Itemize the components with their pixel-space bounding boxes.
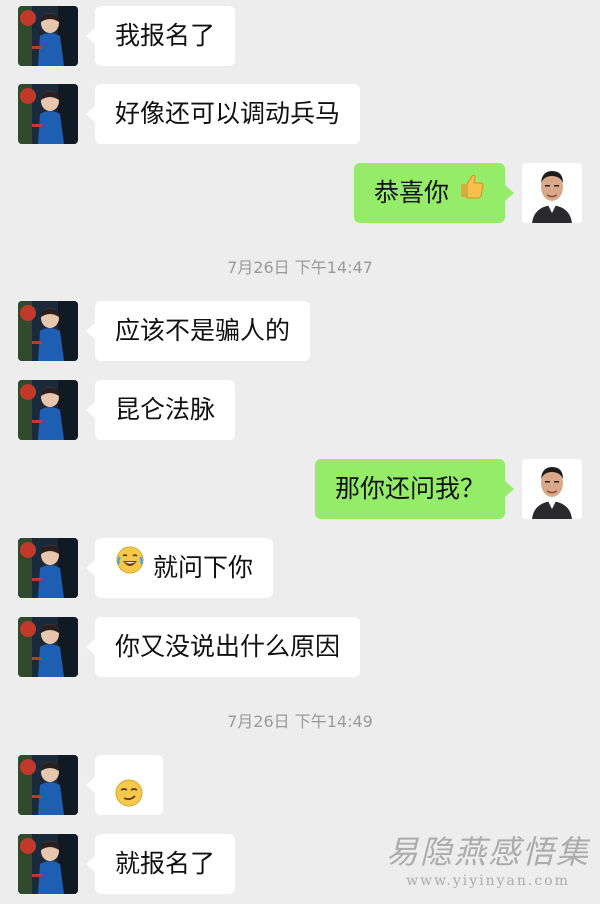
message-text: 就报名了 [115, 849, 216, 878]
message-text: 好像还可以调动兵马 [115, 99, 341, 128]
incoming-message-bubble[interactable]: 应该不是骗人的 [85, 301, 311, 361]
chat-message-list[interactable]: 我报名了 好像还可以调动兵马 恭喜你 7月26日 下午14:47 应该不是骗人的… [0, 0, 600, 904]
watermark-title: 易隐燕感悟集 [385, 833, 590, 871]
thumbs-up-icon [457, 162, 485, 222]
laughing-tears-icon [115, 537, 145, 597]
message-text: 你又没说出什么原因 [115, 632, 341, 661]
incoming-message-bubble[interactable] [86, 755, 163, 815]
incoming-message-bubble[interactable]: 昆仑法脉 [85, 380, 236, 440]
contact-avatar[interactable] [18, 301, 78, 361]
incoming-message-bubble[interactable]: 就问下你 [86, 537, 273, 598]
watermark-url: www.yiyinyan.com [406, 873, 570, 889]
contact-avatar[interactable] [18, 380, 78, 440]
message-text: 就问下你 [152, 553, 253, 582]
message-text: 昆仑法脉 [115, 395, 216, 424]
contact-avatar[interactable] [18, 84, 78, 144]
message-timestamp: 7月26日 下午14:49 [227, 712, 373, 731]
incoming-message-bubble[interactable]: 好像还可以调动兵马 [85, 84, 361, 144]
contact-avatar[interactable] [18, 755, 78, 815]
incoming-message-bubble[interactable]: 我报名了 [85, 6, 236, 66]
contact-avatar[interactable] [18, 617, 78, 677]
outgoing-message-bubble[interactable]: 那你还问我？ [314, 459, 515, 519]
contact-avatar[interactable] [18, 6, 78, 66]
incoming-message-bubble[interactable]: 就报名了 [85, 834, 236, 894]
site-watermark: 易隐燕感悟集 www.yiyinyan.com [382, 832, 594, 890]
message-timestamp: 7月26日 下午14:47 [227, 258, 373, 277]
self-avatar[interactable] [522, 163, 582, 223]
incoming-message-bubble[interactable]: 你又没说出什么原因 [85, 617, 361, 677]
contact-avatar[interactable] [18, 834, 78, 894]
smirk-icon [114, 770, 144, 830]
message-text: 我报名了 [115, 21, 216, 50]
message-text: 那你还问我？ [334, 474, 485, 503]
outgoing-message-bubble[interactable]: 恭喜你 [354, 162, 514, 223]
contact-avatar[interactable] [18, 538, 78, 598]
self-avatar[interactable] [522, 459, 582, 519]
message-text: 恭喜你 [374, 178, 450, 207]
message-text: 应该不是骗人的 [115, 316, 291, 345]
